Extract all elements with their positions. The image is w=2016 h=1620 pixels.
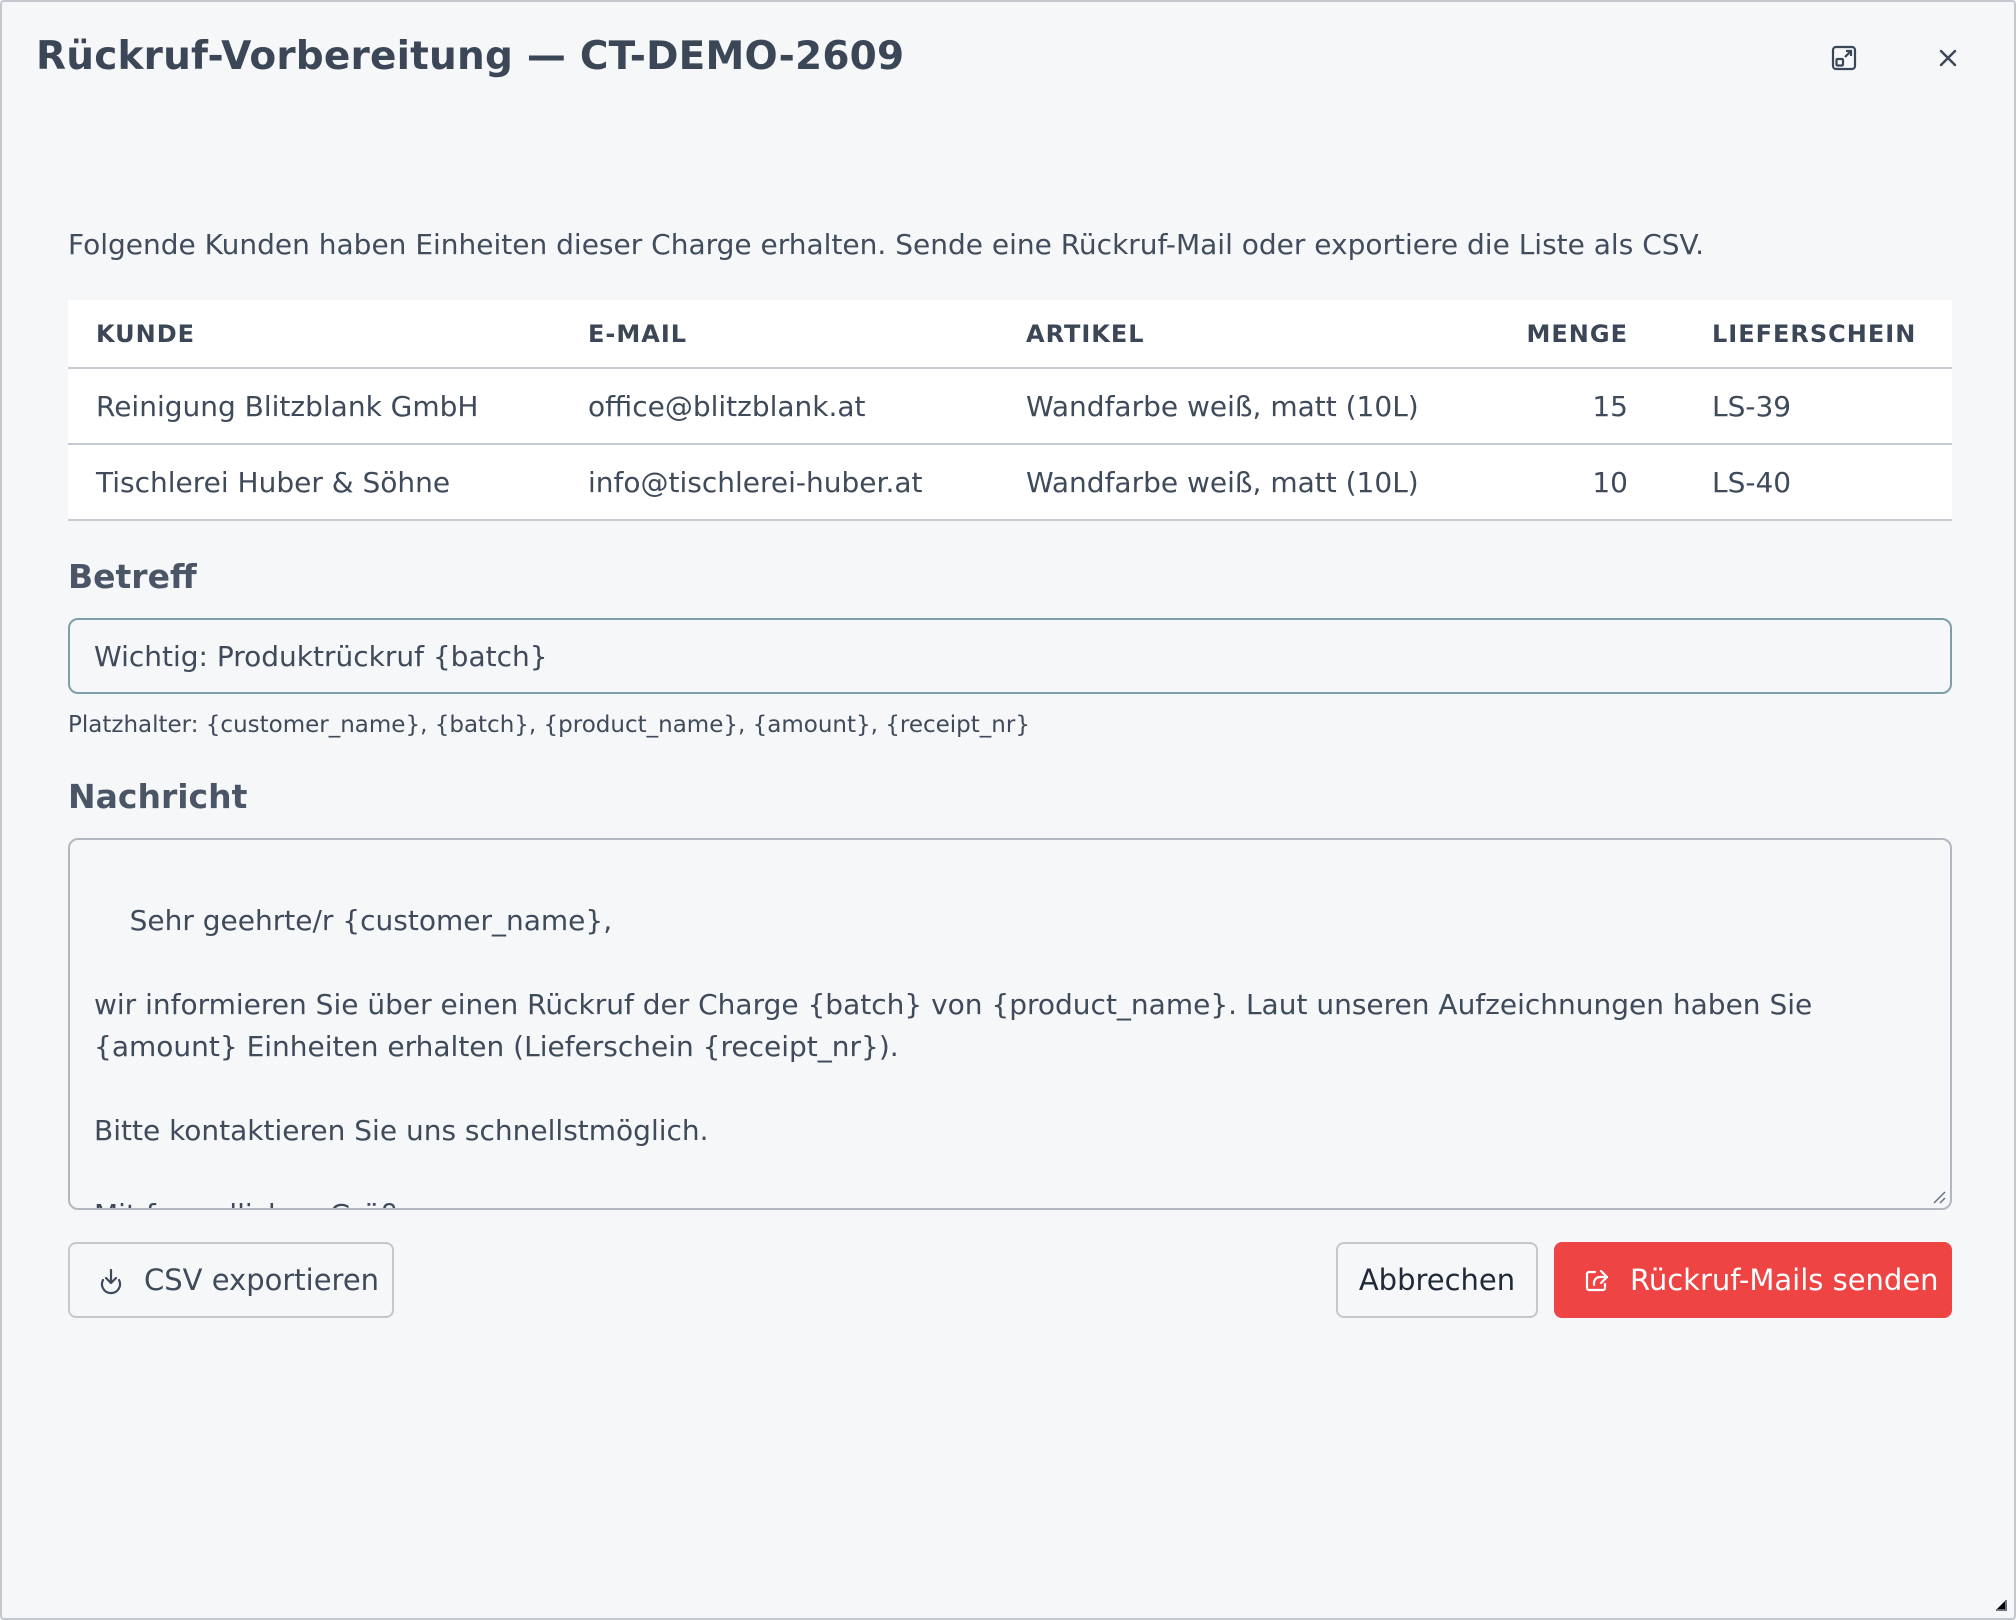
table-row: Reinigung Blitzblank GmbH office@blitzbl… — [68, 368, 1952, 445]
column-header-email: E-MAIL — [560, 300, 998, 369]
cell-article: Wandfarbe weiß, matt (10L) — [998, 444, 1508, 521]
column-header-amount: MENGE — [1508, 300, 1684, 369]
intro-text: Folgende Kunden haben Einheiten dieser C… — [68, 228, 1704, 261]
cell-email: info@tischlerei-huber.at — [560, 444, 998, 521]
cancel-label: Abbrechen — [1358, 1263, 1516, 1297]
cell-email: office@blitzblank.at — [560, 368, 998, 445]
resize-handle-icon[interactable] — [1930, 1188, 1946, 1204]
recall-customers-table: KUNDE E-MAIL ARTIKEL MENGE LIEFERSCHEIN … — [68, 300, 1952, 521]
column-header-receipt: LIEFERSCHEIN — [1684, 300, 1952, 369]
cancel-button[interactable]: Abbrechen — [1336, 1242, 1538, 1318]
send-recall-mails-button[interactable]: Rückruf-Mails senden — [1554, 1242, 1952, 1318]
download-icon — [96, 1265, 126, 1295]
recall-dialog: Rückruf-Vorbereitung — CT-DEMO-2609 Folg… — [0, 0, 2016, 1620]
share-icon — [1582, 1265, 1612, 1295]
window-resize-icon[interactable] — [1990, 1594, 2008, 1612]
cell-amount: 10 — [1508, 444, 1684, 521]
export-csv-label: CSV exportieren — [144, 1263, 380, 1297]
table-header-row: KUNDE E-MAIL ARTIKEL MENGE LIEFERSCHEIN — [68, 300, 1952, 369]
cell-customer: Reinigung Blitzblank GmbH — [68, 368, 560, 445]
placeholder-hint: Platzhalter: {customer_name}, {batch}, {… — [68, 712, 1030, 738]
cell-customer: Tischlerei Huber & Söhne — [68, 444, 560, 521]
send-label: Rückruf-Mails senden — [1630, 1263, 1939, 1297]
close-button[interactable] — [1928, 38, 1968, 78]
column-header-article: ARTIKEL — [998, 300, 1508, 369]
message-textarea[interactable]: Sehr geehrte/r {customer_name}, wir info… — [68, 838, 1952, 1210]
table-row: Tischlerei Huber & Söhne info@tischlerei… — [68, 444, 1952, 521]
subject-label: Betreff — [68, 557, 197, 596]
cell-article: Wandfarbe weiß, matt (10L) — [998, 368, 1508, 445]
export-csv-button[interactable]: CSV exportieren — [68, 1242, 394, 1318]
message-text: Sehr geehrte/r {customer_name}, wir info… — [94, 904, 1813, 1208]
message-label: Nachricht — [68, 777, 248, 816]
close-icon — [1939, 49, 1957, 67]
cell-receipt: LS-40 — [1684, 444, 1952, 521]
maximize-button[interactable] — [1824, 38, 1864, 78]
dialog-title: Rückruf-Vorbereitung — CT-DEMO-2609 — [36, 34, 905, 79]
subject-input[interactable] — [68, 618, 1952, 694]
cell-amount: 15 — [1508, 368, 1684, 445]
column-header-customer: KUNDE — [68, 300, 560, 369]
expand-window-icon — [1831, 45, 1857, 71]
cell-receipt: LS-39 — [1684, 368, 1952, 445]
